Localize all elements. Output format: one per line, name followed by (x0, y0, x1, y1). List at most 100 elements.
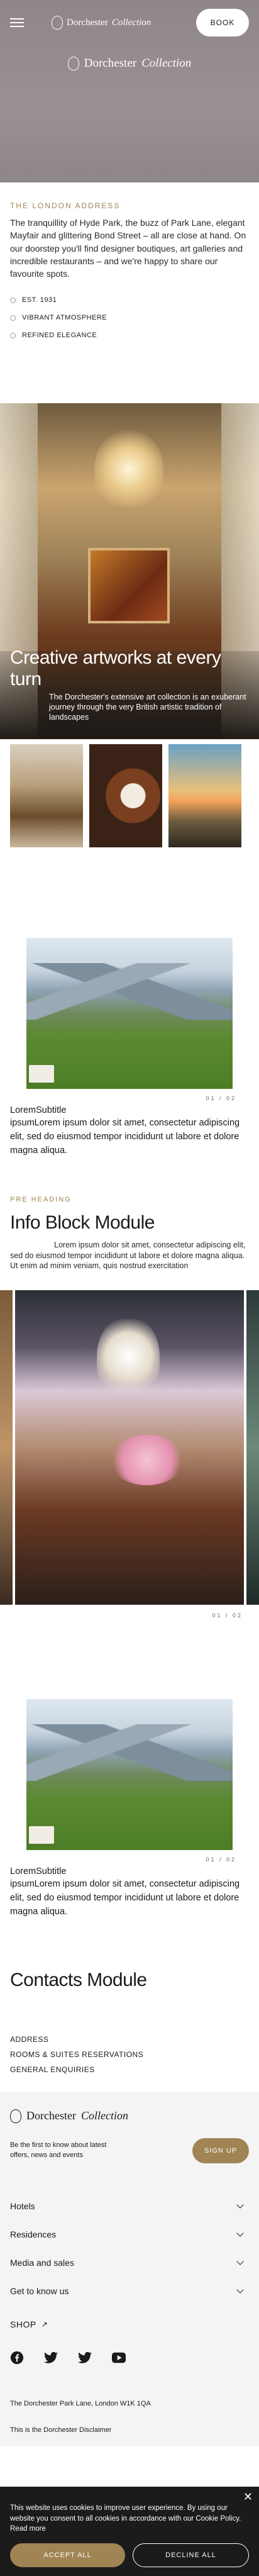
thumbnail-image[interactable] (89, 744, 162, 848)
close-icon[interactable]: ✕ (243, 2490, 253, 2504)
top-bar: Dorchester Collection BOOK (0, 0, 259, 45)
footer-nav: Hotels Residences Media and sales Get to… (10, 2192, 249, 2306)
bullet-label: VIBRANT ATMOSPHERE (22, 314, 107, 322)
hero: Dorchester Collection BOOK Dorchester Co… (0, 0, 259, 182)
footer: Dorchester Collection Be the first to kn… (0, 2091, 259, 2446)
carousel-pager[interactable]: 01 / 02 (0, 1612, 243, 1619)
artwork-image (88, 548, 170, 624)
header-logo[interactable]: Dorchester Collection (52, 16, 151, 30)
thumbnail-image[interactable] (168, 744, 241, 848)
carousel-prev-slide[interactable] (0, 1290, 13, 1605)
info-block: PRE HEADING Info Block Module Lorem ipsu… (0, 1196, 259, 1272)
footer-nav-residences[interactable]: Residences (10, 2221, 249, 2249)
footer-address: The Dorchester Park Lane, London W1K 1QA (10, 2399, 151, 2407)
contact-links: ADDRESS ROOMS & SUITES RESERVATIONS GENE… (10, 2035, 249, 2080)
footer-brand: Dorchester (26, 2109, 76, 2122)
info-title: Info Block Module (10, 1212, 155, 1233)
info-text: Lorem ipsum dolor sit amet, consectetur … (10, 1240, 246, 1271)
module-body: ipsumLorem ipsum dolor sit amet, consect… (10, 1879, 240, 1917)
footer-nav-label: Hotels (10, 2201, 35, 2212)
decline-all-button[interactable]: DECLINE ALL (133, 2543, 249, 2568)
shop-label: SHOP (10, 2319, 36, 2329)
contact-link-reservations[interactable]: ROOMS & SUITES RESERVATIONS (10, 2050, 249, 2065)
newsletter-signup: Be the first to know about latest offers… (10, 2138, 249, 2163)
chalet (29, 1065, 54, 1083)
footer-logo[interactable]: Dorchester Collection (10, 2109, 249, 2123)
bullet-label: EST. 1931 (22, 296, 57, 304)
blossom-image (109, 1435, 185, 1486)
gallery-caption: Creative artworks at every turn The Dorc… (10, 647, 249, 722)
contact-link-address[interactable]: ADDRESS (10, 2035, 249, 2050)
bullet-item: REFINED ELEGANCE (10, 326, 249, 344)
menu-icon[interactable] (10, 18, 24, 27)
module-subtitle: LoremSubtitle (10, 1105, 67, 1116)
carousel-slide (15, 1290, 244, 1605)
gallery-thumbnails (0, 744, 259, 848)
chevron-down-icon (236, 2201, 244, 2209)
cookie-actions: ACCEPT ALL DECLINE ALL (10, 2543, 249, 2568)
landscape-image (26, 938, 233, 1090)
footer-brand-italic: Collection (80, 2109, 128, 2122)
bullet-label: REFINED ELEGANCE (22, 332, 97, 340)
youtube-icon[interactable] (112, 2351, 126, 2365)
thumbnail-image[interactable] (10, 744, 83, 848)
gallery-title: Creative artworks at every turn (10, 647, 221, 690)
header-brand-italic: Collection (111, 17, 152, 28)
module-subtitle: LoremSubtitle (10, 1866, 67, 1877)
contacts-title: Contacts Module (10, 1969, 147, 1990)
footer-nav-label: Residences (10, 2229, 57, 2240)
bullet-icon (10, 315, 16, 321)
pre-heading: PRE HEADING (10, 1195, 72, 1203)
hero-brand-italic: Collection (141, 57, 192, 70)
intro-text: The tranquillity of Hyde Park, the buzz … (10, 218, 246, 279)
hero-brand: Dorchester (84, 57, 137, 70)
book-button[interactable]: BOOK (196, 9, 249, 36)
cookie-banner: ✕ This website uses cookies to improve u… (0, 2487, 259, 2576)
signup-text: Be the first to know about latest offers… (10, 2141, 107, 2159)
chevron-down-icon (236, 2229, 244, 2237)
contacts-module: Contacts Module ADDRESS ROOMS & SUITES R… (0, 1970, 259, 2080)
facebook-icon[interactable] (10, 2351, 24, 2365)
cookie-text: This website uses cookies to improve use… (10, 2504, 241, 2533)
contact-link-enquiries[interactable]: GENERAL ENQUIRIES (10, 2065, 249, 2080)
landscape-image (26, 1699, 233, 1851)
twitter-icon[interactable] (78, 2351, 92, 2365)
monogram-icon (52, 16, 63, 30)
sign-up-button[interactable]: SIGN UP (192, 2138, 249, 2163)
shop-link[interactable]: SHOP ↗ (10, 2319, 249, 2329)
intro-eyebrow: THE LONDON ADDRESS (10, 201, 121, 210)
monogram-icon (10, 2109, 21, 2123)
chandelier-image (94, 428, 163, 511)
intro-section: THE LONDON ADDRESS The tranquillity of H… (0, 182, 259, 344)
text-image-module: 01 / 02 LoremSubtitle ipsumLorem ipsum d… (0, 938, 259, 1157)
accept-all-button[interactable]: ACCEPT ALL (10, 2543, 125, 2568)
footer-nav-media[interactable]: Media and sales (10, 2249, 249, 2277)
external-link-icon: ↗ (41, 2319, 48, 2329)
bullet-item: EST. 1931 (10, 291, 249, 309)
mountains (26, 1724, 233, 1781)
header-brand: Dorchester (67, 17, 108, 28)
footer-nav-label: Get to know us (10, 2286, 69, 2297)
bullet-icon (10, 332, 16, 338)
bullet-icon (10, 297, 16, 303)
gallery-text: The Dorchester's extensive art collectio… (49, 693, 246, 722)
footer-nav-about[interactable]: Get to know us (10, 2277, 249, 2306)
footer-disclaimer: This is the Dorchester Disclaimer (10, 2426, 112, 2434)
twitter-icon[interactable] (44, 2351, 58, 2365)
intro-bullets: EST. 1931 VIBRANT ATMOSPHERE REFINED ELE… (10, 291, 249, 344)
chandelier-image (97, 1315, 160, 1398)
footer-nav-hotels[interactable]: Hotels (10, 2192, 249, 2221)
image-pager[interactable]: 01 / 02 (10, 1856, 236, 1863)
monogram-icon (67, 57, 79, 70)
module-body: ipsumLorem ipsum dolor sit amet, consect… (10, 1118, 240, 1156)
chevron-down-icon (236, 2258, 244, 2265)
image-carousel[interactable] (0, 1290, 259, 1605)
social-links (10, 2351, 249, 2365)
footer-nav-label: Media and sales (10, 2258, 74, 2268)
hero-logo: Dorchester Collection (0, 57, 259, 70)
page: Dorchester Collection BOOK Dorchester Co… (0, 0, 259, 2576)
text-image-module: 01 / 02 LoremSubtitle ipsumLorem ipsum d… (0, 1699, 259, 1919)
image-pager[interactable]: 01 / 02 (10, 1095, 236, 1101)
bullet-item: VIBRANT ATMOSPHERE (10, 309, 249, 326)
carousel-next-slide[interactable] (246, 1290, 259, 1605)
